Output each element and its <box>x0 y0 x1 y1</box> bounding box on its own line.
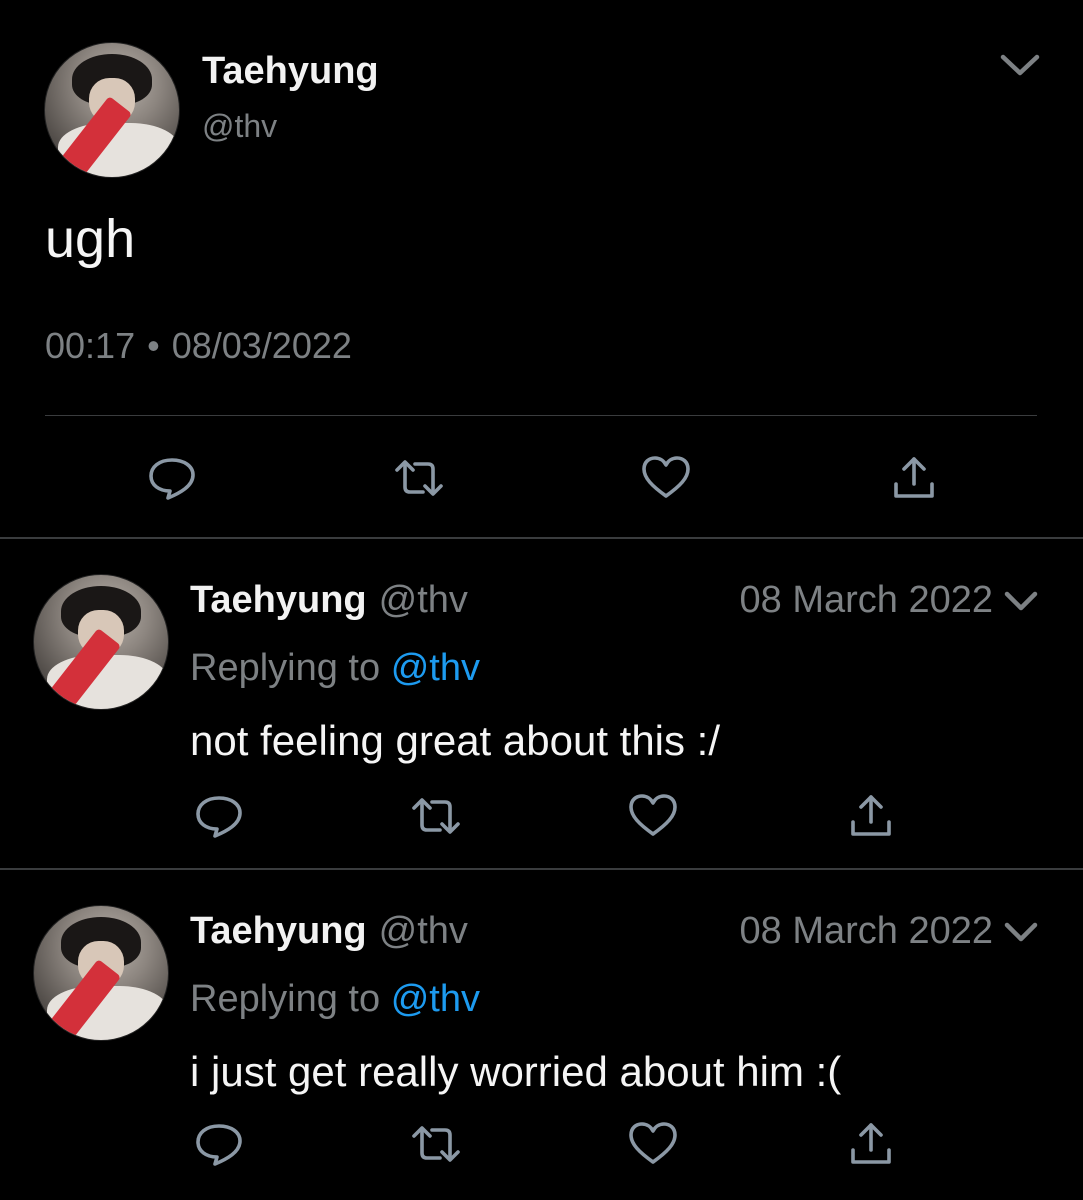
author-name[interactable]: Taehyung <box>202 50 379 93</box>
tweet-text: i just get really worried about him :( <box>190 1048 842 1095</box>
divider <box>45 415 1037 416</box>
like-icon[interactable] <box>640 454 692 502</box>
chevron-down-icon[interactable] <box>998 50 1042 80</box>
reply-header: Taehyung @thv <box>190 579 468 622</box>
share-icon[interactable] <box>845 792 897 840</box>
tweet-text: not feeling great about this :/ <box>190 717 721 764</box>
replying-to-line: Replying to @thv <box>190 647 480 690</box>
avatar[interactable] <box>33 905 169 1041</box>
reply-tweet[interactable]: Taehyung @thv 08 March 2022 Replying to @… <box>0 539 1083 869</box>
reply-icon[interactable] <box>193 792 245 840</box>
author-handle[interactable]: @thv <box>379 579 468 621</box>
replying-label: Replying to <box>190 647 381 689</box>
meta-separator: • <box>147 325 160 366</box>
tweet-thread: Taehyung @thv ugh 00:17 • 08/03/2022 Tae… <box>0 0 1083 1200</box>
author-handle[interactable]: @thv <box>202 108 277 145</box>
chevron-down-icon[interactable] <box>1002 918 1040 946</box>
reply-icon[interactable] <box>146 454 198 502</box>
main-tweet[interactable]: Taehyung @thv ugh 00:17 • 08/03/2022 <box>0 0 1083 538</box>
share-icon[interactable] <box>845 1120 897 1168</box>
mention-link[interactable]: @thv <box>391 978 480 1020</box>
reply-header: Taehyung @thv <box>190 910 468 953</box>
mention-link[interactable]: @thv <box>391 647 480 689</box>
chevron-down-icon[interactable] <box>1002 587 1040 615</box>
reply-tweet[interactable]: Taehyung @thv 08 March 2022 Replying to @… <box>0 870 1083 1200</box>
avatar[interactable] <box>44 42 180 178</box>
like-icon[interactable] <box>627 1120 679 1168</box>
retweet-icon[interactable] <box>410 1120 462 1168</box>
like-icon[interactable] <box>627 792 679 840</box>
reply-icon[interactable] <box>193 1120 245 1168</box>
avatar[interactable] <box>33 574 169 710</box>
author-name[interactable]: Taehyung <box>190 910 367 952</box>
author-name[interactable]: Taehyung <box>190 579 367 621</box>
tweet-date[interactable]: 08 March 2022 <box>740 579 994 622</box>
replying-label: Replying to <box>190 978 381 1020</box>
tweet-date[interactable]: 08/03/2022 <box>172 325 352 366</box>
replying-to-line: Replying to @thv <box>190 978 480 1021</box>
tweet-text: ugh <box>45 209 136 269</box>
retweet-icon[interactable] <box>410 792 462 840</box>
retweet-icon[interactable] <box>393 454 445 502</box>
share-icon[interactable] <box>888 454 940 502</box>
tweet-timestamp: 00:17 • 08/03/2022 <box>45 325 352 367</box>
tweet-date[interactable]: 08 March 2022 <box>740 910 994 953</box>
tweet-time: 00:17 <box>45 325 136 366</box>
author-handle[interactable]: @thv <box>379 910 468 952</box>
